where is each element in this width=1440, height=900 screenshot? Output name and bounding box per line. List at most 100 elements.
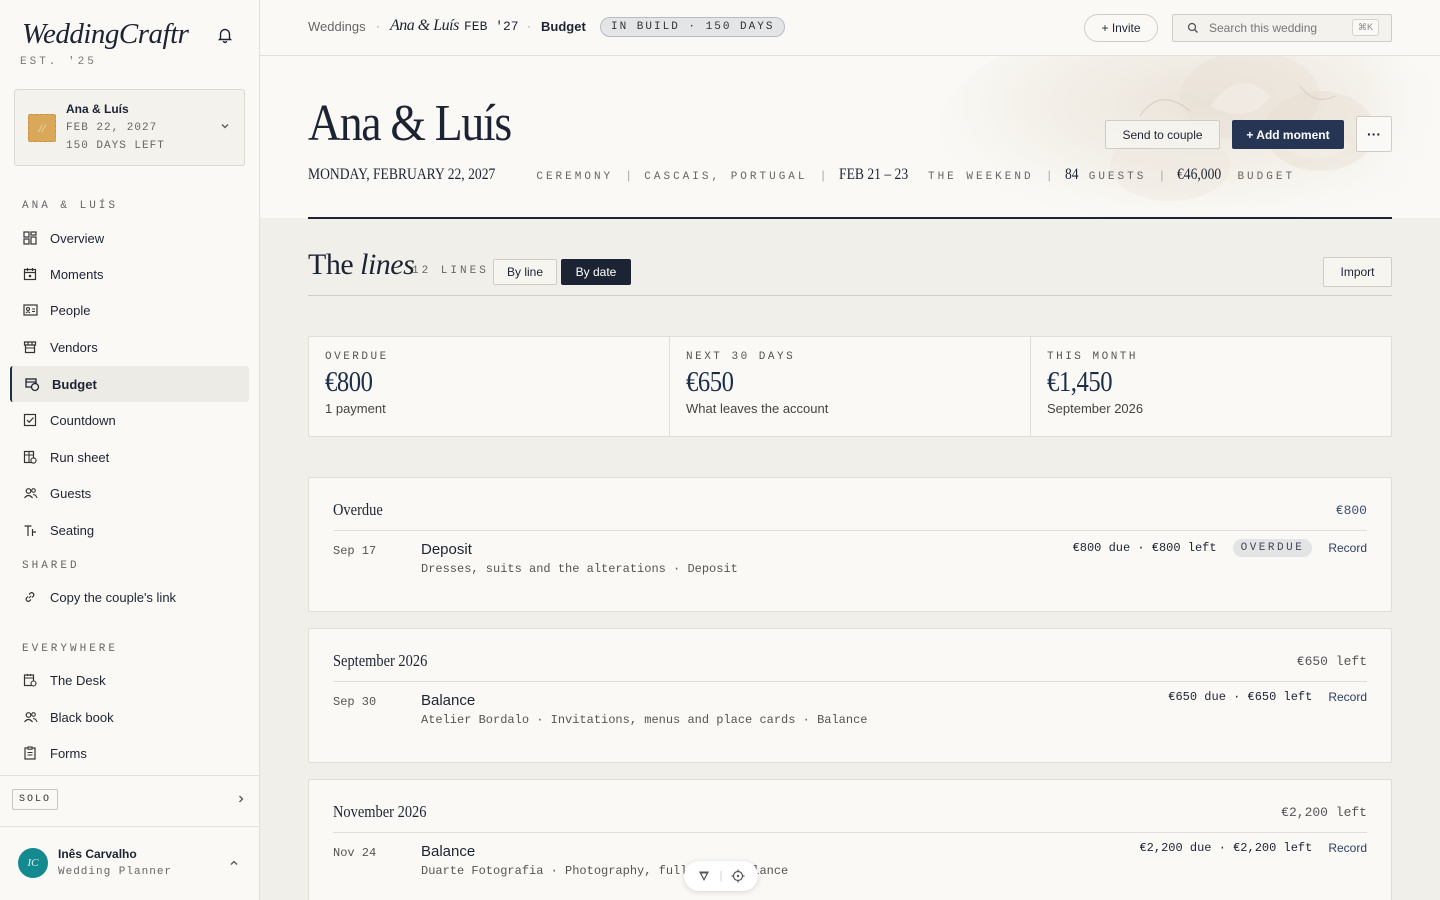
sidebar-item-label: Vendors — [50, 339, 98, 355]
store-icon — [22, 339, 38, 355]
record-payment-button[interactable]: Record — [1328, 841, 1367, 855]
payment-date: Sep 30 — [333, 695, 377, 709]
link-icon — [22, 589, 38, 605]
payment-title[interactable]: Balance — [421, 843, 475, 860]
sidebar-item-black-book[interactable]: Black book — [10, 699, 249, 735]
floating-toolbar: | — [684, 861, 758, 891]
location: CASCAIS, PORTUGAL — [644, 171, 808, 183]
weekend-dates: FEB 21 – 23 — [838, 166, 908, 183]
payment-amount: €2,200 due · €2,200 left — [1139, 841, 1313, 855]
calendar-icon — [22, 266, 38, 282]
sidebar-item-copy-link[interactable]: Copy the couple's link — [10, 579, 249, 615]
sidebar-item-moments[interactable]: Moments — [10, 256, 249, 292]
sidebar-item-run-sheet[interactable]: Run sheet — [10, 439, 249, 475]
ceremony-date: MONDAY, FEBRUARY 22, 2027 — [308, 166, 496, 183]
payment-group-november-2026: November 2026 €2,200 left Nov 24 Balance… — [308, 779, 1392, 900]
section-title-prefix: The — [308, 248, 361, 281]
search-input[interactable]: Search this wedding ⌘K — [1172, 14, 1392, 42]
crosshair-icon[interactable] — [731, 869, 745, 883]
bell-icon[interactable] — [216, 26, 234, 44]
wedding-switcher[interactable]: // Ana & Luís FEB 22, 2027 150 DAYS LEFT — [14, 89, 245, 166]
user-name: Inês Carvalho — [58, 847, 137, 861]
sidebar-item-label: Guests — [50, 485, 92, 501]
search-placeholder: Search this wedding — [1209, 21, 1318, 35]
run-sheet-icon — [22, 449, 38, 465]
payment-title[interactable]: Balance — [421, 692, 475, 709]
stat-value: €1,450 — [1047, 367, 1113, 398]
brand-est: EST. '25 — [20, 56, 97, 68]
payment-actions: €2,200 due · €2,200 left Record — [1139, 841, 1367, 855]
section-title-emphasis: lines — [360, 248, 415, 281]
stat-this-month: THIS MONTH €1,450 September 2026 — [1031, 337, 1391, 436]
add-moment-button[interactable]: + Add moment — [1232, 120, 1344, 149]
page-title: Ana & Luís — [308, 95, 512, 152]
group-total: €2,200 left — [1281, 805, 1367, 820]
search-icon — [1187, 22, 1199, 34]
group-divider — [333, 832, 1367, 833]
sidebar-item-label: Countdown — [50, 412, 116, 428]
group-title: Overdue — [333, 500, 383, 519]
group-title: November 2026 — [333, 802, 427, 821]
checkbox-icon — [22, 412, 38, 428]
sidebar-item-label: The Desk — [50, 672, 106, 688]
sidebar: WeddingCraftr EST. '25 // Ana & Luís FEB… — [0, 0, 260, 900]
wedding-name: Ana & Luís — [66, 102, 129, 116]
wedding-meta: MONDAY, FEBRUARY 22, 2027 CEREMONY | CAS… — [308, 166, 1295, 184]
top-bar: Weddings · Ana & Luís FEB '27 · Budget I… — [260, 0, 1440, 56]
meta-separator: | — [627, 168, 631, 182]
sidebar-item-label: Moments — [50, 266, 104, 282]
payment-actions: €800 due · €800 left OVERDUE Record — [1073, 539, 1367, 557]
avatar[interactable]: IC — [18, 848, 48, 878]
wedding-days-left: 150 DAYS LEFT — [66, 140, 165, 152]
payment-group-september-2026: September 2026 €650 left Sep 30 Balance … — [308, 628, 1392, 763]
payment-description: Atelier Bordalo · Invitations, menus and… — [421, 713, 868, 727]
import-button[interactable]: Import — [1323, 257, 1392, 287]
payment-summary: OVERDUE €800 1 payment NEXT 30 DAYS €650… — [308, 336, 1392, 437]
desk-icon — [22, 672, 38, 688]
brand-logo[interactable]: WeddingCraftr — [22, 18, 189, 51]
payment-actions: €650 due · €650 left Record — [1168, 690, 1367, 704]
lines-count: 12 LINES — [412, 265, 489, 277]
meta-separator: | — [821, 168, 825, 182]
sidebar-item-budget[interactable]: Budget — [10, 366, 249, 402]
sidebar-item-label: Copy the couple's link — [50, 589, 177, 605]
more-options-icon[interactable]: ··· — [1356, 116, 1392, 152]
sidebar-item-forms[interactable]: Forms — [10, 735, 249, 771]
stat-next-30-days: NEXT 30 DAYS €650 What leaves the accoun… — [670, 337, 1031, 436]
stat-value: €800 — [325, 367, 373, 398]
section-title: The lines — [308, 248, 415, 282]
form-icon — [22, 745, 38, 761]
chevron-up-icon[interactable] — [229, 858, 239, 871]
invite-button[interactable]: + Invite — [1084, 14, 1158, 42]
sidebar-item-countdown[interactable]: Countdown — [10, 402, 249, 438]
sidebar-item-the-desk[interactable]: The Desk — [10, 662, 249, 698]
chevron-down-icon — [220, 121, 230, 134]
stat-sub: September 2026 — [1047, 401, 1144, 416]
record-payment-button[interactable]: Record — [1328, 690, 1367, 704]
group-total: €800 — [1335, 503, 1367, 518]
guests-label: GUESTS — [1088, 171, 1147, 183]
view-by-date-button[interactable]: By date — [561, 259, 631, 285]
record-payment-button[interactable]: Record — [1328, 541, 1367, 555]
filter-icon[interactable] — [697, 869, 711, 883]
breadcrumb-weddings[interactable]: Weddings — [308, 19, 366, 34]
view-by-line-button[interactable]: By line — [493, 259, 557, 285]
sidebar-item-vendors[interactable]: Vendors — [10, 329, 249, 365]
payment-group-overdue: Overdue €800 Sep 17 Deposit Dresses, sui… — [308, 477, 1392, 612]
budget-label: BUDGET — [1237, 171, 1296, 183]
payment-title[interactable]: Deposit — [421, 541, 472, 558]
sidebar-item-guests[interactable]: Guests — [10, 475, 249, 511]
users-icon — [22, 709, 38, 725]
sidebar-item-people[interactable]: People — [10, 292, 249, 328]
meta-separator: | — [1047, 168, 1051, 182]
payment-amount: €800 due · €800 left — [1072, 541, 1217, 555]
plan-bar[interactable]: SOLO — [0, 775, 259, 827]
stat-label: NEXT 30 DAYS — [686, 351, 796, 363]
send-to-couple-button[interactable]: Send to couple — [1105, 120, 1220, 149]
payment-description: Dresses, suits and the alterations · Dep… — [421, 562, 738, 576]
breadcrumb-wedding[interactable]: Ana & Luís — [390, 17, 459, 35]
breadcrumb-separator: · — [376, 19, 380, 33]
search-shortcut: ⌘K — [1351, 19, 1379, 36]
sidebar-item-seating[interactable]: Seating — [10, 512, 249, 548]
sidebar-item-overview[interactable]: Overview — [10, 220, 249, 256]
